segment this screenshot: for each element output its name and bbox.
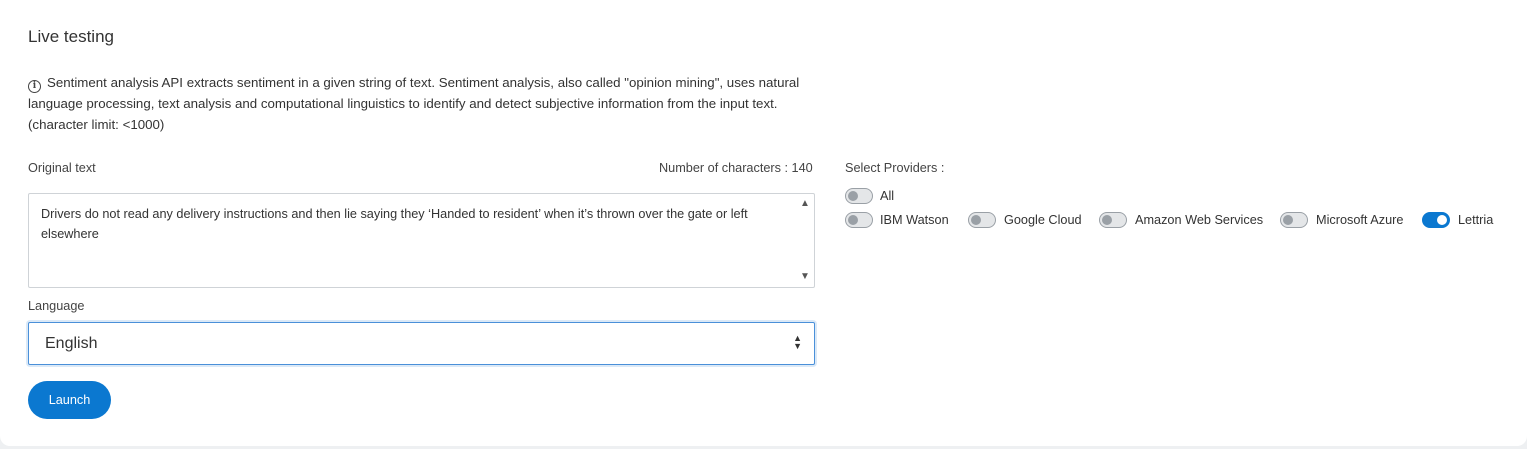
toggle-ibm-watson-label: IBM Watson [880,213,949,227]
info-text-block: i Sentiment analysis API extracts sentime… [28,72,838,135]
select-arrows-icon: ▲ ▼ [793,333,802,351]
toggle-knob [848,215,858,225]
original-text-label: Original text [28,161,96,175]
launch-button[interactable]: Launch [28,381,111,419]
original-text-value: Drivers do not read any delivery instruc… [41,207,748,241]
language-select[interactable]: English ▲ ▼ [28,322,815,365]
scroll-down-icon[interactable]: ▼ [800,272,810,282]
live-testing-card: Live testing i Sentiment analysis API ext… [0,0,1527,446]
original-text-input[interactable]: Drivers do not read any delivery instruc… [28,193,815,288]
toggle-knob [971,215,981,225]
scroll-up-icon[interactable]: ▲ [800,199,810,209]
toggle-microsoft-azure-label: Microsoft Azure [1316,213,1404,227]
toggle-all[interactable] [845,188,873,204]
toggle-knob [1102,215,1112,225]
textarea-scrollbar[interactable]: ▲ ▼ [797,194,814,287]
toggle-google-cloud-label: Google Cloud [1004,213,1082,227]
toggle-amazon-web-services[interactable] [1099,212,1127,228]
toggle-knob [848,191,858,201]
character-count: Number of characters : 140 [659,161,813,175]
toggle-ibm-watson[interactable] [845,212,873,228]
toggle-amazon-web-services-label: Amazon Web Services [1135,213,1264,227]
toggle-knob [1283,215,1293,225]
language-label: Language [28,299,85,313]
toggle-microsoft-azure[interactable] [1280,212,1308,228]
toggle-all-label: All [880,189,895,203]
select-providers-label: Select Providers : [845,161,945,175]
info-icon: i [28,80,41,93]
page-title: Live testing [28,27,114,46]
language-selected-value: English [45,335,98,352]
toggle-google-cloud[interactable] [968,212,996,228]
toggle-lettria[interactable] [1422,212,1450,228]
toggle-lettria-label: Lettria [1458,213,1494,227]
toggle-knob [1437,215,1447,225]
info-description: Sentiment analysis API extracts sentimen… [28,75,800,132]
